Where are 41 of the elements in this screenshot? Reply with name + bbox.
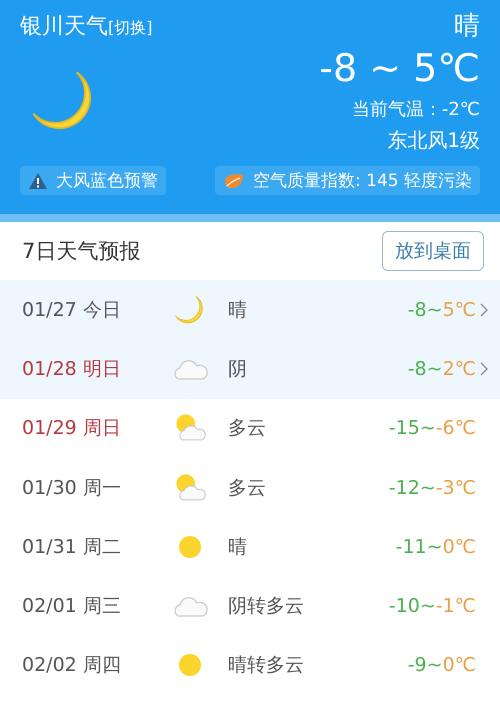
leaf-icon <box>223 172 246 190</box>
temperature-range: -15~-6℃ <box>388 417 476 440</box>
alert-text: 空气质量指数: 145 轻度污染 <box>253 170 472 192</box>
forecast-row[interactable]: 02/02 周四 晴转多云 -9~0℃ <box>0 636 500 696</box>
forecast-row[interactable]: 01/31 周二 晴 -11~0℃ <box>0 517 500 576</box>
temperature-range: -8~5℃ <box>408 298 476 321</box>
alert-text: 大风蓝色预警 <box>56 170 158 192</box>
forecast-row[interactable]: 01/28 明日 阴 -8~2℃ <box>0 339 500 399</box>
forecast-row[interactable]: 01/30 周一 多云 -12~-3℃ <box>0 458 500 518</box>
date-text: 01/27 今日 <box>22 298 122 323</box>
temperature-range: -9~0℃ <box>408 654 476 676</box>
add-to-desktop-button[interactable]: 放到桌面 <box>382 231 484 271</box>
date-text: 02/02 周四 <box>22 653 122 678</box>
condition-text: 晴 <box>454 10 480 43</box>
condition-text: 多云 <box>227 476 267 501</box>
temperature-range: -11~0℃ <box>396 536 476 558</box>
section-title: 7日天气预报 <box>22 238 140 265</box>
date-text: 02/01 周三 <box>22 594 122 620</box>
condition-text: 阴 <box>227 356 248 382</box>
chevron-icon <box>480 302 488 317</box>
temperature-range: -12~-3℃ <box>388 476 476 499</box>
condition-text: 晴 <box>227 534 248 560</box>
forecast-row[interactable]: 02/01 周三 阴转多云 -10~-1℃ <box>0 576 500 636</box>
current-temperature: 当前气温：-2℃ <box>352 98 480 121</box>
warning-icon <box>28 172 48 190</box>
condition-text: 阴转多云 <box>227 594 305 620</box>
date-text: 01/31 周二 <box>22 534 122 560</box>
temperature-range: -10~-1℃ <box>388 595 476 618</box>
forecast-row[interactable]: 01/29 周日 多云 -15~-6℃ <box>0 398 500 458</box>
chevron-icon <box>480 362 488 376</box>
city-title: 银川天气 <box>20 14 108 38</box>
wind-text: 东北风1级 <box>387 127 480 154</box>
condition-text: 晴 <box>227 298 248 323</box>
condition-text: 多云 <box>227 416 267 442</box>
temperature-range: -8~2℃ <box>408 358 476 380</box>
date-text: 01/29 周日 <box>22 416 122 442</box>
date-text: 01/30 周一 <box>22 476 122 501</box>
forecast-row[interactable]: 01/27 今日 晴 -8~5℃ <box>0 280 500 340</box>
condition-text: 晴转多云 <box>227 653 305 678</box>
temperature-range: -8 ~ 5℃ <box>319 45 480 91</box>
date-text: 01/28 明日 <box>22 356 122 382</box>
